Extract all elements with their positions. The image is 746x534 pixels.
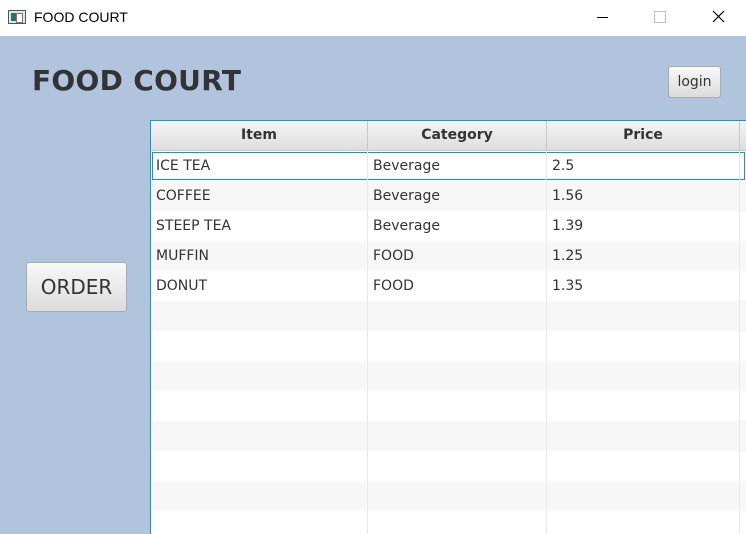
cell-price: 1.25 — [547, 241, 740, 271]
cell-filler — [740, 301, 746, 331]
table-header: Item Category Price — [151, 121, 746, 151]
table-row-empty[interactable] — [151, 361, 746, 391]
window-titlebar: FOOD COURT — [0, 0, 746, 36]
cell-item: STEEP TEA — [151, 211, 368, 241]
login-button[interactable]: login — [668, 66, 721, 98]
table-row-empty[interactable] — [151, 331, 746, 361]
cell-item — [151, 421, 368, 451]
cell-item — [151, 301, 368, 331]
cell-price — [547, 301, 740, 331]
cell-category — [368, 451, 547, 481]
cell-price: 1.35 — [547, 271, 740, 301]
cell-price: 2.5 — [547, 151, 740, 181]
table-row-empty[interactable] — [151, 421, 746, 451]
cell-filler — [740, 481, 746, 511]
table-row[interactable]: STEEP TEA Beverage 1.39 — [151, 211, 746, 241]
cell-category: Beverage — [368, 151, 547, 181]
table-row-empty[interactable] — [151, 451, 746, 481]
cell-item — [151, 391, 368, 421]
cell-filler — [740, 451, 746, 481]
close-button[interactable] — [689, 0, 746, 36]
main-panel: FOOD COURT login ORDER Item Category Pri… — [0, 36, 746, 534]
cell-filler — [740, 511, 746, 534]
cell-price: 1.56 — [547, 181, 740, 211]
maximize-icon — [654, 11, 666, 23]
cell-price — [547, 421, 740, 451]
food-table[interactable]: Item Category Price ICE TEA Beverage 2.5 CO… — [150, 120, 746, 534]
minimize-button[interactable] — [573, 0, 631, 36]
cell-filler — [740, 331, 746, 361]
column-header-item[interactable]: Item — [151, 121, 368, 151]
cell-filler — [740, 271, 746, 301]
maximize-button[interactable] — [631, 0, 689, 36]
cell-item: MUFFIN — [151, 241, 368, 271]
table-body: ICE TEA Beverage 2.5 COFFEE Beverage 1.56 STEE… — [151, 151, 746, 534]
table-row[interactable]: DONUT FOOD 1.35 — [151, 271, 746, 301]
cell-item — [151, 331, 368, 361]
table-row-empty[interactable] — [151, 301, 746, 331]
cell-price — [547, 331, 740, 361]
column-header-filler — [740, 121, 746, 151]
cell-item — [151, 481, 368, 511]
cell-category: Beverage — [368, 211, 547, 241]
cell-category: FOOD — [368, 241, 547, 271]
cell-category — [368, 331, 547, 361]
table-row[interactable]: MUFFIN FOOD 1.25 — [151, 241, 746, 271]
window-title: FOOD COURT — [34, 9, 128, 25]
cell-filler — [740, 151, 746, 181]
cell-item: ICE TEA — [151, 151, 368, 181]
cell-item: COFFEE — [151, 181, 368, 211]
cell-price — [547, 361, 740, 391]
cell-item: DONUT — [151, 271, 368, 301]
cell-category — [368, 391, 547, 421]
cell-item — [151, 451, 368, 481]
order-button[interactable]: ORDER — [26, 262, 127, 312]
table-row-empty[interactable] — [151, 391, 746, 421]
table-row[interactable]: COFFEE Beverage 1.56 — [151, 181, 746, 211]
cell-filler — [740, 181, 746, 211]
app-window-icon — [8, 10, 26, 24]
cell-filler — [740, 211, 746, 241]
cell-price — [547, 391, 740, 421]
cell-filler — [740, 241, 746, 271]
cell-price: 1.39 — [547, 211, 740, 241]
cell-item — [151, 511, 368, 534]
cell-filler — [740, 391, 746, 421]
cell-category — [368, 421, 547, 451]
cell-price — [547, 451, 740, 481]
table-row-empty[interactable] — [151, 481, 746, 511]
cell-filler — [740, 421, 746, 451]
cell-category — [368, 361, 547, 391]
cell-category: Beverage — [368, 181, 547, 211]
column-header-category[interactable]: Category — [368, 121, 547, 151]
cell-price — [547, 511, 740, 534]
cell-category: FOOD — [368, 271, 547, 301]
cell-category — [368, 301, 547, 331]
cell-item — [151, 361, 368, 391]
page-title: FOOD COURT — [32, 64, 242, 97]
column-header-price[interactable]: Price — [547, 121, 740, 151]
cell-filler — [740, 361, 746, 391]
minimize-icon — [597, 17, 608, 18]
table-row-empty[interactable] — [151, 511, 746, 534]
table-row[interactable]: ICE TEA Beverage 2.5 — [151, 151, 746, 181]
close-icon — [712, 10, 725, 23]
cell-category — [368, 481, 547, 511]
cell-category — [368, 511, 547, 534]
cell-price — [547, 481, 740, 511]
